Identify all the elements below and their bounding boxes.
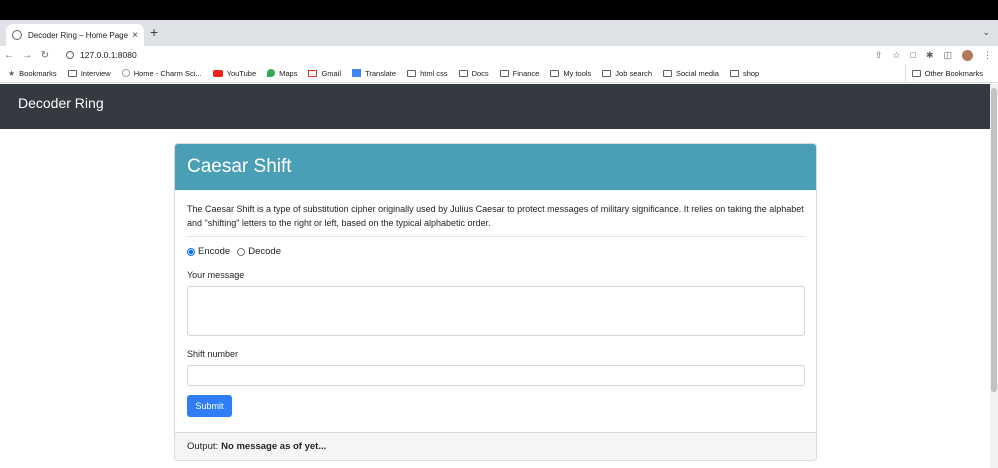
folder-icon (911, 70, 921, 77)
output-label: Output: (187, 441, 219, 452)
folder-icon (550, 69, 560, 77)
bookmark-item-youtube[interactable]: YouTube (212, 68, 257, 78)
bookmark-label: shop (742, 68, 760, 78)
maps-icon (267, 69, 276, 77)
side-panel-icon[interactable]: ◫ (943, 50, 952, 61)
site-info-icon[interactable] (66, 51, 74, 59)
bookmark-item-my-tools[interactable]: My tools (550, 69, 591, 78)
bookmarks-bar: ★ Bookmarks Interview Home - Charm Sci...… (0, 64, 998, 83)
card-body: The Caesar Shift is a type of substituti… (175, 190, 816, 429)
cipher-description: The Caesar Shift is a type of substituti… (187, 204, 804, 228)
tab-search-chevron-icon[interactable]: ⌄ (982, 27, 990, 38)
card-title: Caesar Shift (187, 156, 292, 177)
decode-radio[interactable] (237, 247, 246, 256)
address-bar-row: ← → ↻ 127.0.0.1:8080 ⇧ ☆ □ ✱ ◫ ⋮ (0, 46, 998, 64)
site-icon (121, 69, 130, 77)
bookmark-label: Bookmarks (19, 68, 57, 78)
other-bookmarks[interactable]: Other Bookmarks (904, 64, 983, 83)
window-top-bar (0, 0, 998, 20)
reload-icon[interactable]: ↻ (36, 50, 54, 61)
bookmark-label: Translate (365, 68, 397, 78)
page-scrollbar[interactable] (990, 84, 998, 468)
bookmark-item-shop[interactable]: shop (729, 68, 760, 78)
bookmark-label: Gmail (321, 68, 342, 78)
divider (187, 236, 805, 237)
caesar-shift-card: Caesar Shift The Caesar Shift is a type … (174, 143, 817, 461)
folder-icon (729, 69, 739, 77)
toolbar-actions: ⇧ ☆ □ ✱ ◫ ⋮ (875, 46, 992, 64)
tab-strip: Decoder Ring – Home Page × + ⌄ (0, 20, 998, 46)
bookmark-label: Job search (615, 68, 652, 78)
output-footer: Output: No message as of yet... (175, 432, 816, 460)
card-header: Caesar Shift (175, 144, 816, 190)
scrollbar-thumb[interactable] (991, 88, 997, 392)
mode-radio-group: Encode Decode (187, 246, 804, 257)
bookmark-label: Social media (675, 68, 719, 78)
bookmark-item-finance[interactable]: Finance (499, 68, 540, 78)
page-content: Decoder Ring Caesar Shift The Caesar Shi… (0, 84, 998, 468)
tab-close-icon[interactable]: × (132, 30, 138, 41)
folder-icon (458, 69, 468, 77)
bookmark-label: Maps (279, 68, 298, 78)
bookmark-label: Finance (512, 68, 540, 78)
bookmark-item-docs[interactable]: Docs (458, 68, 489, 78)
browser-tab[interactable]: Decoder Ring – Home Page × (6, 24, 144, 46)
encode-radio[interactable] (187, 247, 195, 256)
tab-title: Decoder Ring – Home Page (28, 30, 129, 40)
shift-label: Shift number (187, 349, 239, 359)
bookmark-label: YouTube (226, 68, 257, 78)
folder-icon (407, 69, 417, 77)
bookmark-item-social-media[interactable]: Social media (662, 68, 719, 78)
bookmark-item-translate[interactable]: Translate (352, 69, 396, 78)
message-label: Your message (187, 270, 245, 280)
bookmark-item-interview[interactable]: Interview (67, 68, 111, 78)
bookmark-label: html css (420, 68, 448, 78)
bookmark-label: Interview (80, 68, 111, 78)
bookmark-item-charm[interactable]: Home - Charm Sci... (121, 68, 202, 78)
new-tab-button[interactable]: + (150, 25, 158, 39)
back-arrow-icon[interactable]: ← (0, 50, 18, 61)
bookmark-label: Docs (471, 68, 489, 78)
message-textarea[interactable] (187, 286, 805, 336)
bookmark-item-bookmarks[interactable]: ★ Bookmarks (8, 69, 57, 78)
url-text: 127.0.0.1:8080 (80, 50, 137, 60)
bookmark-star-icon[interactable]: ☆ (892, 50, 900, 61)
gmail-icon (308, 69, 318, 77)
site-favicon-icon (12, 30, 22, 40)
extension-placeholder-icon[interactable]: □ (911, 50, 916, 60)
decode-label[interactable]: Decode (248, 246, 281, 257)
forward-arrow-icon[interactable]: → (18, 50, 36, 61)
encode-label[interactable]: Encode (198, 246, 230, 257)
profile-avatar[interactable] (962, 49, 973, 61)
output-value: No message as of yet... (221, 441, 327, 452)
bookmark-label: Home - Charm Sci... (133, 68, 202, 78)
bookmark-item-maps[interactable]: Maps (267, 69, 297, 78)
submit-button[interactable]: Submit (187, 395, 232, 417)
extensions-puzzle-icon[interactable]: ✱ (926, 50, 934, 61)
translate-icon (352, 69, 362, 77)
shift-number-input[interactable] (187, 365, 805, 386)
bookmark-label: My tools (563, 68, 592, 78)
folder-icon (662, 69, 672, 77)
star-icon: ★ (8, 68, 16, 78)
folder-icon (499, 69, 509, 77)
bookmark-item-job-search[interactable]: Job search (602, 69, 652, 78)
navbar-brand[interactable]: Decoder Ring (18, 95, 104, 111)
folder-icon (602, 69, 612, 77)
bookmark-item-html-css[interactable]: html css (407, 69, 448, 78)
folder-icon (67, 69, 77, 77)
bookmark-item-gmail[interactable]: Gmail (308, 69, 341, 78)
url-field[interactable]: 127.0.0.1:8080 (60, 47, 143, 63)
menu-kebab-icon[interactable]: ⋮ (983, 50, 992, 61)
youtube-icon (212, 69, 223, 77)
other-bookmarks-label: Other Bookmarks (924, 69, 983, 78)
site-navbar: Decoder Ring (0, 84, 998, 129)
share-icon[interactable]: ⇧ (875, 50, 883, 61)
